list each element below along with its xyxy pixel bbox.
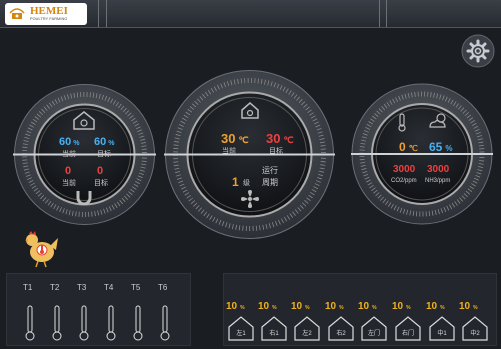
house-icon bbox=[241, 102, 259, 119]
sensor-label-t2: T2 bbox=[50, 283, 60, 292]
thermometer-t2-icon bbox=[52, 305, 62, 341]
vent-unit: % bbox=[305, 305, 310, 311]
outdoor-temp-unit: ℃ bbox=[408, 144, 418, 153]
co2-value: 3000 bbox=[393, 164, 416, 175]
vent-value: 10 bbox=[459, 301, 471, 312]
vent-unit: % bbox=[372, 305, 377, 311]
outdoor-humidity-unit: % bbox=[445, 144, 453, 153]
sensor-label-t4: T4 bbox=[104, 283, 114, 292]
vent-unit: % bbox=[406, 305, 411, 311]
temperature-dial: 30 ℃ 30 ℃ 当前 目标 运行 1 级 周期 bbox=[164, 69, 335, 240]
vent-value: 10 bbox=[325, 301, 337, 312]
vent-value: 10 bbox=[291, 301, 303, 312]
humidity-unit: % bbox=[73, 140, 80, 147]
top-bar-divider bbox=[386, 0, 388, 27]
temperature-current-value: 30 bbox=[221, 131, 236, 146]
fan-level-value: 1 bbox=[232, 175, 239, 189]
thermometer-t1-icon bbox=[25, 305, 35, 341]
vent-unit: % bbox=[440, 305, 445, 311]
pressure-current-value: 0 bbox=[65, 165, 72, 177]
top-bar: HEMEI POULTRY FARMING bbox=[0, 0, 501, 28]
fan-level-unit: 级 bbox=[243, 180, 250, 187]
gear-icon[interactable] bbox=[461, 34, 495, 68]
fan-icon bbox=[241, 190, 259, 208]
temperature-unit: ℃ bbox=[238, 135, 249, 145]
outdoor-humidity-value: 65 bbox=[429, 140, 443, 154]
vent-unit: % bbox=[473, 305, 478, 311]
vent-value: 10 bbox=[358, 301, 370, 312]
vent-value: 10 bbox=[392, 301, 404, 312]
temperature-current-label: 当前 bbox=[222, 148, 236, 155]
vent-label: 中2 bbox=[470, 331, 480, 337]
humidity-current-value: 60 bbox=[59, 136, 72, 148]
sensor-label-t5: T5 bbox=[131, 283, 141, 292]
vent-value: 10 bbox=[426, 301, 438, 312]
brand-logo: HEMEI POULTRY FARMING bbox=[5, 3, 87, 25]
vent-unit: % bbox=[339, 305, 344, 311]
humidity-current-label: 当前 bbox=[62, 151, 76, 158]
top-bar-divider bbox=[98, 0, 100, 27]
sensor-label-t6: T6 bbox=[158, 283, 168, 292]
cycle-label: 周期 bbox=[262, 178, 278, 187]
vent-value: 10 bbox=[258, 301, 270, 312]
temperature-target-value: 30 bbox=[266, 131, 281, 146]
weather-icon bbox=[429, 113, 446, 128]
vent-unit: % bbox=[272, 305, 277, 311]
humidity-target-label: 目标 bbox=[97, 151, 111, 158]
temperature-unit: ℃ bbox=[283, 135, 294, 145]
pressure-target-label: 目标 bbox=[94, 180, 108, 187]
vent-label: 右2 bbox=[336, 331, 346, 337]
vent-value: 10 bbox=[226, 301, 238, 312]
sensor-label-t3: T3 bbox=[77, 283, 87, 292]
vent-label: 中1 bbox=[437, 331, 447, 337]
environment-dial-face bbox=[351, 83, 493, 225]
vent-label: 左门 bbox=[367, 331, 380, 337]
temperature-dial-face bbox=[164, 70, 335, 239]
pressure-target-value: 0 bbox=[97, 165, 104, 177]
top-bar-divider bbox=[379, 0, 381, 27]
humidity-dial: 60% 60% 当前 目标 0 0 当前 目标 bbox=[13, 83, 156, 226]
vent-label: 右门 bbox=[401, 331, 414, 337]
nh3-label: NH3/ppm bbox=[425, 178, 451, 184]
thermometer-t6-icon bbox=[160, 305, 170, 341]
vent-label: 左2 bbox=[302, 331, 312, 337]
brand-tagline: POULTRY FARMING bbox=[30, 17, 68, 21]
co2-label: CO2/ppm bbox=[391, 178, 417, 184]
thermometer-t3-icon bbox=[79, 305, 89, 341]
humidity-unit: % bbox=[108, 140, 115, 147]
thermometer-t5-icon bbox=[133, 305, 143, 341]
thermometer-t4-icon bbox=[106, 305, 116, 341]
thermometer-icon bbox=[398, 113, 406, 132]
vent-unit: % bbox=[240, 305, 245, 311]
pressure-current-label: 当前 bbox=[62, 180, 76, 187]
outdoor-temp-value: 0 bbox=[399, 140, 406, 154]
vent-label: 左1 bbox=[236, 331, 246, 337]
chicken-icon[interactable] bbox=[22, 228, 60, 268]
house-icon bbox=[73, 111, 95, 130]
top-bar-divider bbox=[106, 0, 108, 27]
logo-icon bbox=[9, 8, 25, 19]
temperature-target-label: 目标 bbox=[269, 148, 283, 155]
nh3-value: 3000 bbox=[427, 164, 450, 175]
environment-dial: 0 ℃ 65% 3000 3000 CO2/ppm NH3/ppm bbox=[351, 83, 493, 225]
magnet-icon bbox=[76, 191, 92, 205]
humidity-target-value: 60 bbox=[94, 136, 107, 148]
sensor-label-t1: T1 bbox=[23, 283, 33, 292]
brand-name: HEMEI bbox=[30, 5, 68, 17]
run-label: 运行 bbox=[262, 166, 278, 175]
vent-label: 右1 bbox=[269, 331, 279, 337]
